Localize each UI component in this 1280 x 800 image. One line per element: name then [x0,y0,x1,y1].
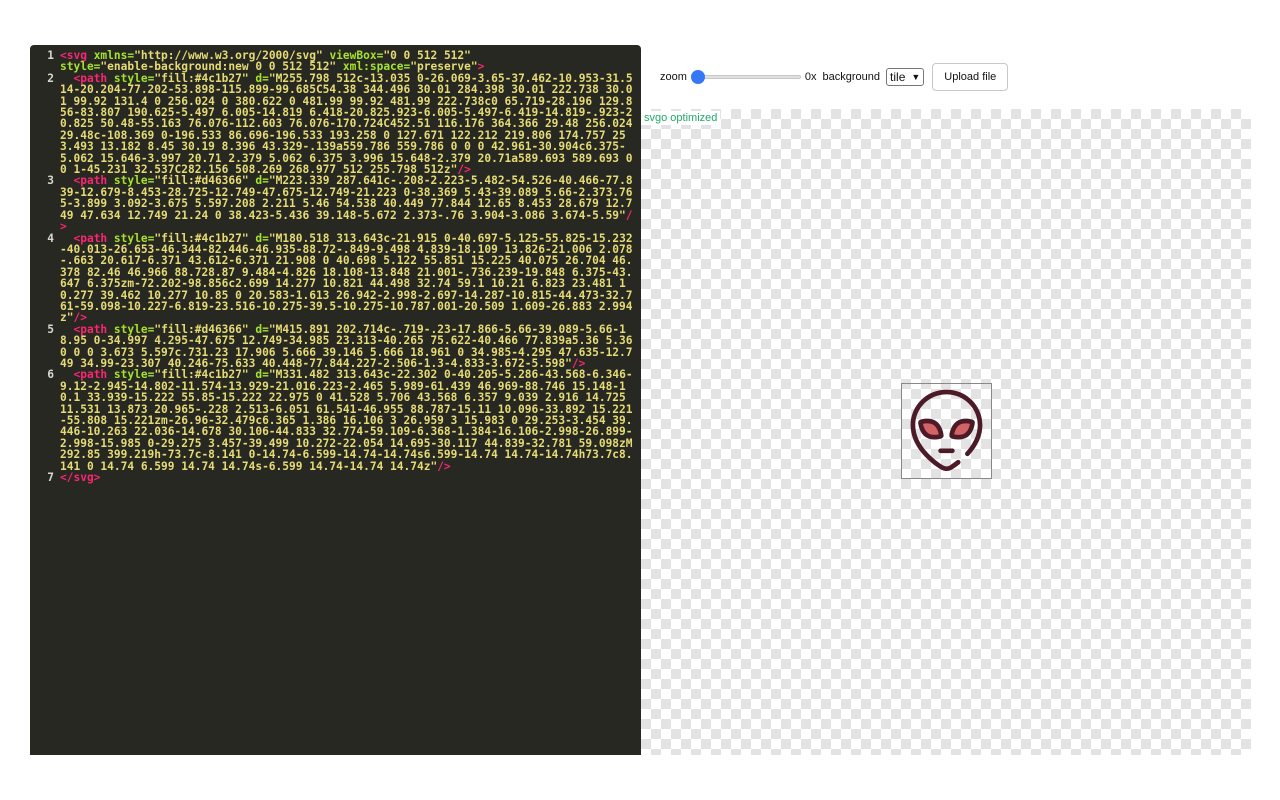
svg-code-editor[interactable]: 1 <svg xmlns="http://www.w3.org/2000/svg"… [30,45,641,755]
svgo-optimized-badge: svgo optimized [641,111,721,125]
background-select[interactable]: tile ▼ [886,68,925,86]
chevron-down-icon: ▼ [911,72,921,82]
zoom-slider-track [690,75,801,79]
code-line: 4 <path style="fill:#4c1b27" d="M180.518… [30,231,641,325]
code-text: <svg xmlns="http://www.w3.org/2000/svg" … [60,50,641,73]
code-text: </svg> [60,472,641,483]
code-line: 1 <svg xmlns="http://www.w3.org/2000/svg"… [30,50,641,73]
preview-controls: zoom 0x background tile ▼ Upload file [660,63,1009,91]
code-line: 6 <path style="fill:#4c1b27" d="M331.482… [30,369,641,472]
code-token-val: "M255.798 512c-13.035 0-26.069-3.65-37.4… [60,71,640,177]
code-token-val: "M331.482 313.643c-22.302 0-40.205-5.286… [60,368,633,473]
code-token-val: "M180.518 313.643c-21.915 0-40.697-5.125… [60,231,633,325]
line-number: 2 [47,71,54,85]
line-number: 5 [47,322,54,336]
code-token-tag: /> [437,459,451,473]
code-line: 3 <path style="fill:#d46366" d="M223.339… [30,175,641,232]
code-token-tag: </svg> [60,471,101,485]
upload-file-label: Upload file [944,71,997,83]
line-number: 6 [47,368,54,382]
line-number: 4 [47,231,54,245]
zoom-label: zoom [660,71,687,83]
code-line: 2 <path style="fill:#4c1b27" d="M255.798… [30,73,641,176]
code-text: <path style="fill:#4c1b27" d="M331.482 3… [60,369,641,472]
background-select-value: tile [890,70,906,84]
code-line: 7 </svg> [30,471,641,485]
alien-face-icon [910,389,983,472]
zoom-slider[interactable] [690,69,801,85]
code-text: <path style="fill:#d46366" d="M415.891 2… [60,324,641,370]
line-number: 7 [47,471,54,485]
zoom-slider-thumb[interactable] [690,70,705,84]
zoom-value: 0x [804,71,817,83]
code-text: <path style="fill:#4c1b27" d="M180.518 3… [60,231,641,325]
line-number: 1 [47,49,54,62]
upload-file-button[interactable]: Upload file [932,63,1009,91]
line-number: 3 [47,174,54,188]
code-text: <path style="fill:#d46366" d="M223.339 2… [60,175,641,232]
background-label: background [822,71,881,83]
svg-preview-frame [901,383,992,479]
code-text: <path style="fill:#4c1b27" d="M255.798 5… [60,73,641,176]
svg-preview-area: svgo optimized [641,109,1251,755]
code-line: 5 <path style="fill:#d46366" d="M415.891… [30,324,641,370]
